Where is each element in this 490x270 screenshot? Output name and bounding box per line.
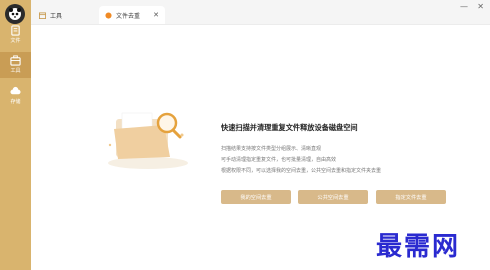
watermark-logo: 最需网 <box>376 232 461 262</box>
page-title: 快速扫描并清理重复文件释放设备磁盘空间 <box>221 123 358 132</box>
sidebar-item-label: 存储 <box>10 99 21 105</box>
sidebar-item-storage[interactable]: 存储 <box>0 86 31 110</box>
folder-search-illustration <box>108 112 188 169</box>
sidebar-item-label: 文件 <box>10 38 21 44</box>
my-space-dedup-button[interactable]: 我的空间去重 <box>221 190 291 204</box>
close-tab-icon[interactable]: ✕ <box>153 11 159 19</box>
tab-label: 工具 <box>50 12 63 20</box>
specified-folder-dedup-button[interactable]: 指定文件去重 <box>376 190 446 204</box>
sidebar-item-tools[interactable]: 工具 <box>0 52 31 78</box>
avatar[interactable] <box>5 4 25 24</box>
minimize-icon[interactable]: — <box>460 2 468 11</box>
tab-tools[interactable]: 工具 <box>39 6 62 24</box>
document-icon <box>11 25 20 36</box>
close-window-icon[interactable]: ✕ <box>477 2 484 11</box>
tab-bar: 工具 文件去重 ✕ — ✕ <box>31 0 490 25</box>
feature-line-1: 扫描结果支持按文件类型分组展示、清晰直观 <box>221 146 322 152</box>
feature-line-3: 根据权限不同，可以选择我的空间去重，公共空间去重和指定文件夹去重 <box>221 168 382 174</box>
public-space-dedup-button[interactable]: 公共空间去重 <box>298 190 368 204</box>
orange-dot-icon <box>105 11 112 19</box>
sidebar: 文件 工具 存储 <box>0 0 31 270</box>
sidebar-item-label: 工具 <box>10 68 21 74</box>
sidebar-item-files[interactable]: 文件 <box>0 24 31 49</box>
panda-logo-icon <box>9 8 21 20</box>
toolbox-icon <box>10 55 21 66</box>
cloud-icon <box>10 86 21 95</box>
tab-file-dedup[interactable]: 文件去重 ✕ <box>99 6 165 24</box>
calendar-icon <box>39 11 46 19</box>
feature-line-2: 可手动清理指定重复文件，也可批量清理，自由高效 <box>221 157 337 163</box>
tab-label: 文件去重 <box>116 12 141 20</box>
